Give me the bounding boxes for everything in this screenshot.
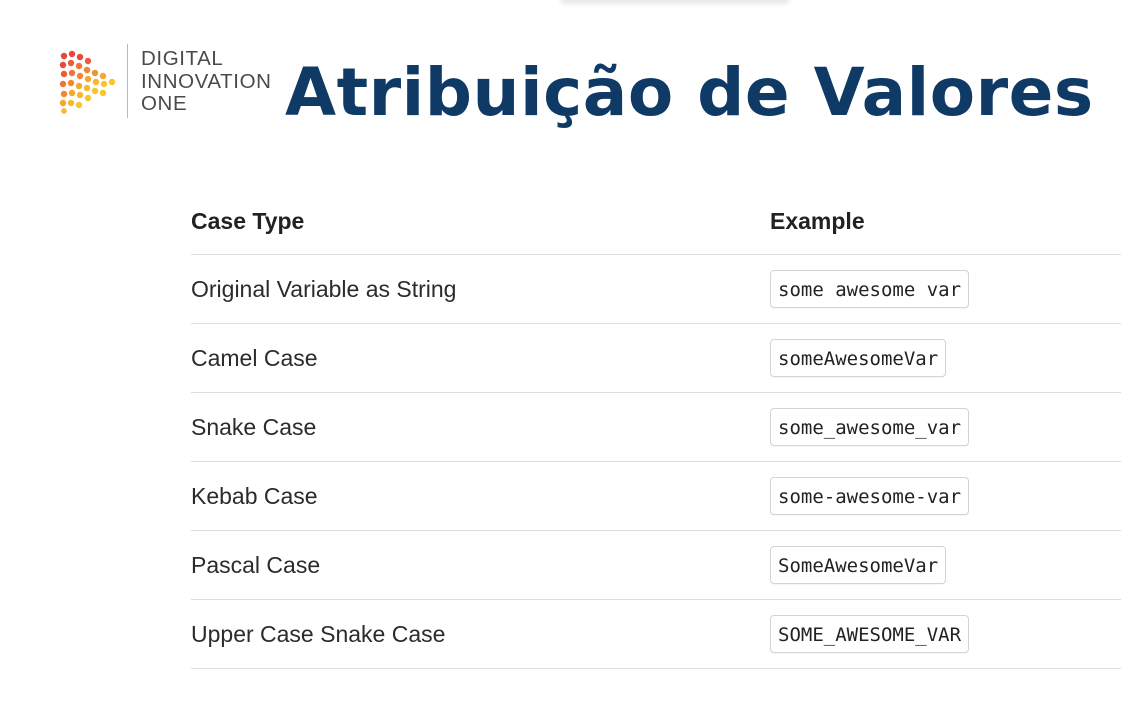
example-code: someAwesomeVar [770,339,947,377]
column-header-case-type: Case Type [191,207,305,234]
case-type-cell: Original Variable as String [191,275,457,302]
case-type-cell: Upper Case Snake Case [191,620,446,647]
table-row: Upper Case Snake Case SOME_AWESOME_VAR [191,600,1121,669]
dio-logo-icon [59,50,116,114]
example-code: some_awesome_var [770,408,970,446]
table-row: Kebab Case some-awesome-var [191,462,1121,531]
example-code: SOME_AWESOME_VAR [770,615,970,653]
page-title: Atribuição de Valores [285,54,1094,131]
table-row: Pascal Case SomeAwesomeVar [191,531,1121,600]
logo-line-3: ONE [141,92,188,115]
table-header-row: Case Type Example [191,188,1121,255]
table-row: Camel Case someAwesomeVar [191,324,1121,393]
case-type-cell: Kebab Case [191,482,318,509]
example-code: some awesome var [770,270,970,308]
case-type-cell: Pascal Case [191,551,321,578]
case-type-table: Case Type Example Original Variable as S… [191,188,1121,669]
dio-logo: DIGITAL INNOVATION ONE [58,44,298,118]
logo-line-1: DIGITAL [141,47,224,70]
case-type-cell: Snake Case [191,413,317,440]
example-code: SomeAwesomeVar [770,546,947,584]
example-code: some-awesome-var [770,477,970,515]
logo-wordmark: DIGITAL INNOVATION ONE [141,47,272,116]
table-row: Original Variable as String some awesome… [191,255,1121,324]
case-type-cell: Camel Case [191,344,318,371]
table-row: Snake Case some_awesome_var [191,393,1121,462]
logo-divider [127,44,128,118]
column-header-example: Example [770,207,865,234]
logo-line-2: INNOVATION [141,69,272,93]
top-edge-shadow [560,0,790,4]
